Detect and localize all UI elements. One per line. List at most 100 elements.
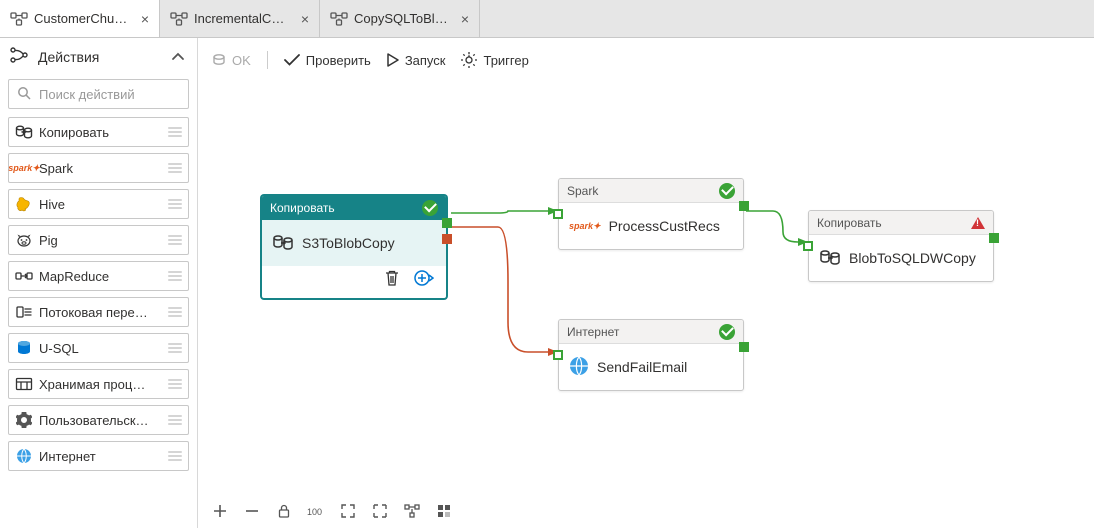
- drag-handle-icon: [168, 375, 182, 393]
- input-port[interactable]: [803, 241, 813, 251]
- activity-label: Пользовательск…: [39, 413, 162, 428]
- activity-label: Spark: [39, 161, 162, 176]
- tabs-bar: CustomerChur… × IncrementalCo… × CopySQL…: [0, 0, 1094, 38]
- trigger-button[interactable]: Триггер: [461, 52, 528, 68]
- activity-label: Pig: [39, 233, 162, 248]
- auto-align-icon[interactable]: [402, 501, 422, 521]
- output-port-failure[interactable]: [442, 234, 452, 244]
- node-type-label: Интернет: [567, 325, 619, 339]
- activity-copy[interactable]: Копировать: [8, 117, 189, 147]
- tab-label: CustomerChur…: [34, 11, 131, 26]
- activity-label: Hive: [39, 197, 162, 212]
- output-port-success[interactable]: [739, 201, 749, 211]
- chevron-up-icon[interactable]: [169, 48, 187, 66]
- zoom-out-icon[interactable]: [242, 501, 262, 521]
- input-port[interactable]: [553, 209, 563, 219]
- node-processcustrecs[interactable]: Spark spark✦ ProcessCustRecs: [558, 178, 744, 250]
- trigger-label: Триггер: [483, 53, 528, 68]
- tab-customerchurn[interactable]: CustomerChur… ×: [0, 0, 160, 37]
- activity-label: Хранимая проц…: [39, 377, 162, 392]
- streaming-icon: [15, 303, 33, 321]
- activities-title: Действия: [38, 49, 99, 65]
- spark-icon: spark✦: [569, 221, 601, 232]
- activity-label: Интернет: [39, 449, 162, 464]
- node-name: BlobToSQLDWCopy: [849, 250, 976, 266]
- activity-hive[interactable]: Hive: [8, 189, 189, 219]
- node-s3toblobcopy[interactable]: Копировать S3ToBlobCopy: [261, 195, 447, 299]
- validate-button[interactable]: Проверить: [284, 53, 371, 68]
- run-button[interactable]: Запуск: [387, 53, 446, 68]
- hive-icon: [15, 195, 33, 213]
- drag-handle-icon: [168, 231, 182, 249]
- lock-icon[interactable]: [274, 501, 294, 521]
- activity-label: Потоковая пере…: [39, 305, 162, 320]
- copy-icon: [819, 248, 841, 269]
- activity-streaming[interactable]: Потоковая пере…: [8, 297, 189, 327]
- activities-header[interactable]: Действия: [0, 38, 197, 75]
- pipeline-canvas[interactable]: Копировать S3ToBlobCopy: [198, 82, 1094, 494]
- status-warning-icon: [971, 217, 985, 229]
- fullscreen-icon[interactable]: [370, 501, 390, 521]
- activity-label: Копировать: [39, 125, 162, 140]
- activity-custom[interactable]: Пользовательск…: [8, 405, 189, 435]
- activity-label: U-SQL: [39, 341, 162, 356]
- canvas-zoom-toolbar: 100: [198, 494, 1094, 528]
- close-icon[interactable]: ×: [141, 11, 149, 27]
- node-type-label: Spark: [567, 184, 598, 198]
- canvas-toolbar: OK Проверить Запуск Триггер: [198, 38, 1094, 82]
- delete-icon[interactable]: [384, 269, 400, 290]
- stored-procedure-icon: [15, 375, 33, 393]
- drag-handle-icon: [168, 123, 182, 141]
- web-icon: [569, 356, 589, 379]
- search-input-wrapper[interactable]: [8, 79, 189, 109]
- status-ok-icon: [719, 183, 735, 199]
- activities-sidebar: Действия Копировать spark✦: [0, 38, 198, 528]
- mapreduce-icon: [15, 267, 33, 285]
- tab-incrementalcopy[interactable]: IncrementalCo… ×: [160, 0, 320, 37]
- copy-icon: [272, 233, 294, 254]
- search-input[interactable]: [37, 86, 217, 103]
- activity-spark[interactable]: spark✦ Spark: [8, 153, 189, 183]
- activity-pig[interactable]: Pig: [8, 225, 189, 255]
- output-port-success[interactable]: [989, 233, 999, 243]
- tab-copysqltoblob[interactable]: CopySQLToBlo… ×: [320, 0, 480, 37]
- zoom-reset-icon[interactable]: 100: [306, 501, 326, 521]
- node-name: SendFailEmail: [597, 359, 687, 375]
- tab-label: CopySQLToBlo…: [354, 11, 451, 26]
- drag-handle-icon: [168, 195, 182, 213]
- activity-usql[interactable]: U-SQL: [8, 333, 189, 363]
- pipeline-canvas-area: OK Проверить Запуск Триггер: [198, 38, 1094, 528]
- search-icon: [17, 86, 31, 103]
- pipeline-icon: [330, 12, 348, 26]
- status-ok-icon: [422, 200, 438, 216]
- tab-label: IncrementalCo…: [194, 11, 291, 26]
- activities-list: Копировать spark✦ Spark Hive: [0, 117, 197, 479]
- drag-handle-icon: [168, 447, 182, 465]
- node-type-label: Копировать: [270, 201, 335, 215]
- input-port[interactable]: [553, 350, 563, 360]
- pig-icon: [15, 231, 33, 249]
- minimap-icon[interactable]: [434, 501, 454, 521]
- activity-mapreduce[interactable]: MapReduce: [8, 261, 189, 291]
- spark-icon: spark✦: [15, 159, 33, 177]
- fit-to-screen-icon[interactable]: [338, 501, 358, 521]
- validate-label: Проверить: [306, 53, 371, 68]
- run-label: Запуск: [405, 53, 446, 68]
- close-icon[interactable]: ×: [301, 11, 309, 27]
- activity-label: MapReduce: [39, 269, 162, 284]
- output-port-success[interactable]: [442, 218, 452, 228]
- node-blobtosqldwcopy[interactable]: Копировать BlobToSQLDWCopy: [808, 210, 994, 282]
- svg-text:100: 100: [307, 507, 322, 517]
- activity-stored-procedure[interactable]: Хранимая проц…: [8, 369, 189, 399]
- ok-label: OK: [232, 53, 251, 68]
- pipeline-icon: [170, 12, 188, 26]
- ok-button[interactable]: OK: [212, 53, 251, 68]
- close-icon[interactable]: ×: [461, 11, 469, 27]
- output-port-success[interactable]: [739, 342, 749, 352]
- add-activity-icon[interactable]: [414, 269, 434, 290]
- zoom-in-icon[interactable]: [210, 501, 230, 521]
- status-ok-icon: [719, 324, 735, 340]
- drag-handle-icon: [168, 411, 182, 429]
- activity-web[interactable]: Интернет: [8, 441, 189, 471]
- node-sendfailemail[interactable]: Интернет SendFailEmail: [558, 319, 744, 391]
